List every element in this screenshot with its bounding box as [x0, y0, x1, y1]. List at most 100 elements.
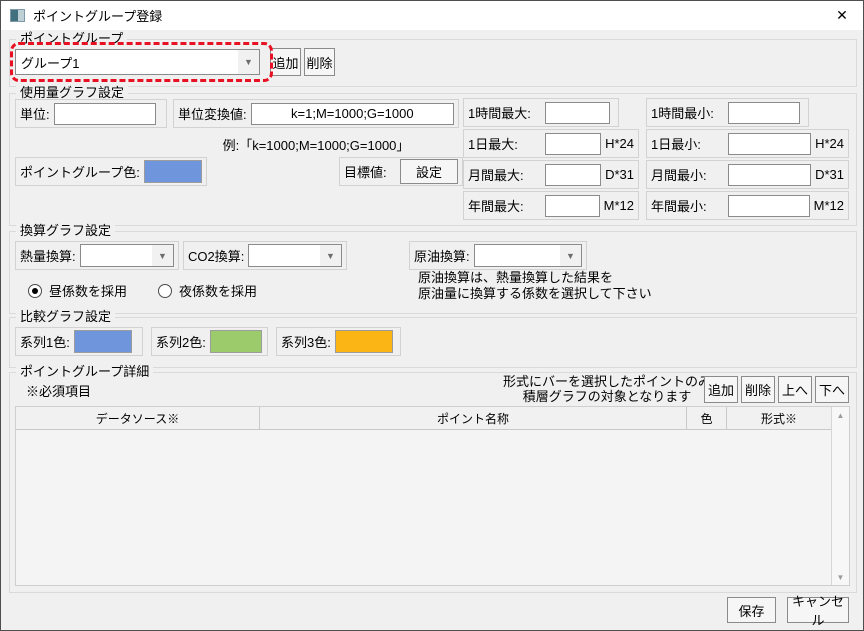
column-header-datasource[interactable]: データソース※	[16, 407, 260, 429]
radio-selected-icon	[28, 283, 42, 298]
co2-conversion-value	[249, 245, 320, 266]
column-header-point-name[interactable]: ポイント名称	[260, 407, 687, 429]
month-max-panel: 月間最大: D*31	[463, 160, 639, 189]
comparison-graph-section-label: 比較グラフ設定	[16, 309, 116, 325]
year-max-panel: 年間最大: M*12	[463, 191, 639, 220]
move-up-button[interactable]: 上へ	[778, 376, 812, 403]
day-min-suffix: H*24	[815, 136, 844, 151]
month-max-input[interactable]	[545, 163, 602, 186]
oil-conversion-label: 原油換算:	[414, 249, 470, 264]
year-min-label: 年間最小:	[651, 199, 707, 214]
co2-conversion-panel: CO2換算: ▼	[183, 241, 347, 270]
target-set-button[interactable]: 設定	[400, 159, 458, 184]
table-header-row: データソース※ ポイント名称 色 形式※	[16, 407, 849, 430]
co2-conversion-select[interactable]: ▼	[248, 244, 342, 267]
series3-color-swatch[interactable]	[334, 330, 393, 353]
night-coefficient-radio[interactable]: 夜係数を採用	[158, 281, 257, 300]
point-detail-table: データソース※ ポイント名称 色 形式※ ▲ ▼	[15, 406, 850, 586]
series3-color-label: 系列3色:	[281, 335, 331, 350]
point-group-section-label: ポイントグループ	[16, 31, 128, 47]
dropdown-arrow-icon: ▼	[238, 50, 259, 74]
hour-min-panel: 1時間最小:	[646, 98, 809, 127]
close-icon: ✕	[836, 7, 848, 23]
delete-group-button[interactable]: 削除	[304, 48, 335, 76]
unit-label: 単位:	[20, 107, 50, 122]
conversion-graph-section-label: 換算グラフ設定	[16, 223, 116, 239]
co2-conversion-label: CO2換算:	[188, 249, 245, 264]
hour-max-label: 1時間最大:	[468, 106, 531, 121]
month-max-label: 月間最大:	[468, 168, 524, 183]
unit-conversion-input[interactable]	[250, 102, 454, 125]
point-group-detail-section: ポイントグループ詳細 ※必須項目 形式にバーを選択したポイントのみ 積層グラフの…	[9, 364, 857, 593]
group-color-panel: ポイントグループ色:	[15, 157, 207, 186]
year-max-input[interactable]	[545, 194, 600, 217]
scroll-up-icon[interactable]: ▲	[832, 407, 849, 423]
series1-color-label: 系列1色:	[20, 335, 70, 350]
night-coefficient-label: 夜係数を採用	[179, 284, 258, 299]
cancel-button[interactable]: キャンセル	[787, 594, 849, 628]
oil-conversion-value	[475, 245, 560, 266]
close-button[interactable]: ✕	[821, 1, 863, 30]
table-body-empty	[16, 429, 832, 585]
year-min-input[interactable]	[728, 194, 810, 217]
oil-conversion-select[interactable]: ▼	[473, 244, 582, 267]
day-min-input[interactable]	[728, 132, 812, 155]
oil-conversion-note-line2: 原油量に換算する係数を選択して下さい	[418, 286, 652, 301]
series1-color-swatch[interactable]	[73, 330, 132, 353]
delete-point-button[interactable]: 削除	[741, 376, 775, 403]
target-value-panel: 目標値: 設定	[339, 157, 463, 186]
group-color-label: ポイントグループ色:	[20, 165, 140, 180]
day-coefficient-label: 昼係数を採用	[49, 284, 128, 299]
hour-max-input[interactable]	[545, 101, 610, 124]
window-icon	[10, 9, 25, 22]
point-group-section: ポイントグループ グループ1 ▼ 追加 削除	[9, 31, 857, 87]
hour-min-input[interactable]	[728, 101, 800, 124]
add-group-button[interactable]: 追加	[270, 48, 301, 76]
column-header-color[interactable]: 色	[687, 407, 727, 429]
dropdown-arrow-icon: ▼	[152, 245, 173, 266]
month-max-suffix: D*31	[605, 167, 634, 182]
stacked-graph-note-line1: 形式にバーを選択したポイントのみ	[502, 374, 711, 389]
year-max-label: 年間最大:	[468, 199, 524, 214]
series2-color-swatch[interactable]	[209, 330, 262, 353]
unit-conversion-example: 例:「k=1000;M=1000;G=1000」	[222, 138, 410, 153]
stacked-graph-note: 形式にバーを選択したポイントのみ 積層グラフの対象となります	[502, 374, 712, 404]
table-scrollbar[interactable]: ▲ ▼	[831, 407, 849, 585]
series1-color-panel: 系列1色:	[15, 327, 143, 356]
day-coefficient-radio[interactable]: 昼係数を採用	[28, 281, 127, 300]
unit-conversion-label: 単位変換値:	[178, 107, 247, 122]
unit-input[interactable]	[53, 102, 156, 125]
oil-conversion-note-line1: 原油換算は、熱量換算した結果を	[418, 270, 614, 285]
day-max-suffix: H*24	[605, 136, 634, 151]
series2-color-panel: 系列2色:	[151, 327, 268, 356]
heat-conversion-select[interactable]: ▼	[79, 244, 174, 267]
day-max-input[interactable]	[545, 132, 602, 155]
radio-unselected-icon	[158, 283, 172, 298]
point-group-select[interactable]: グループ1 ▼	[15, 49, 260, 75]
day-min-label: 1日最小:	[651, 137, 701, 152]
month-min-input[interactable]	[728, 163, 812, 186]
day-max-label: 1日最大:	[468, 137, 518, 152]
scroll-down-icon[interactable]: ▼	[832, 569, 849, 585]
usage-graph-section: 使用量グラフ設定 単位: 単位変換値: 例:「k=1000;M=1000;G=1…	[9, 85, 857, 226]
column-header-format[interactable]: 形式※	[727, 407, 831, 429]
dropdown-arrow-icon: ▼	[560, 245, 581, 266]
add-point-button[interactable]: 追加	[704, 376, 738, 403]
dialog-window: ポイントグループ登録 ✕ ポイントグループ グループ1 ▼ 追加 削除 使用量グ…	[0, 0, 864, 631]
year-max-suffix: M*12	[603, 198, 634, 213]
day-max-panel: 1日最大: H*24	[463, 129, 639, 158]
target-value-label: 目標値:	[344, 165, 387, 180]
unit-conversion-panel: 単位変換値:	[173, 99, 459, 128]
year-min-suffix: M*12	[813, 198, 844, 213]
heat-conversion-value	[81, 245, 152, 266]
oil-conversion-panel: 原油換算: ▼	[409, 241, 587, 270]
heat-conversion-panel: 熱量換算: ▼	[15, 241, 179, 270]
hour-min-label: 1時間最小:	[651, 106, 714, 121]
month-min-panel: 月間最小: D*31	[646, 160, 849, 189]
save-button[interactable]: 保存	[727, 597, 776, 623]
group-color-swatch[interactable]	[143, 160, 202, 183]
conversion-graph-section: 換算グラフ設定 熱量換算: ▼ CO2換算: ▼ 原油換算: ▼ 昼係数を採用	[9, 223, 857, 314]
point-group-detail-section-label: ポイントグループ詳細	[16, 364, 154, 380]
comparison-graph-section: 比較グラフ設定 系列1色: 系列2色: 系列3色:	[9, 309, 857, 368]
move-down-button[interactable]: 下へ	[815, 376, 849, 403]
